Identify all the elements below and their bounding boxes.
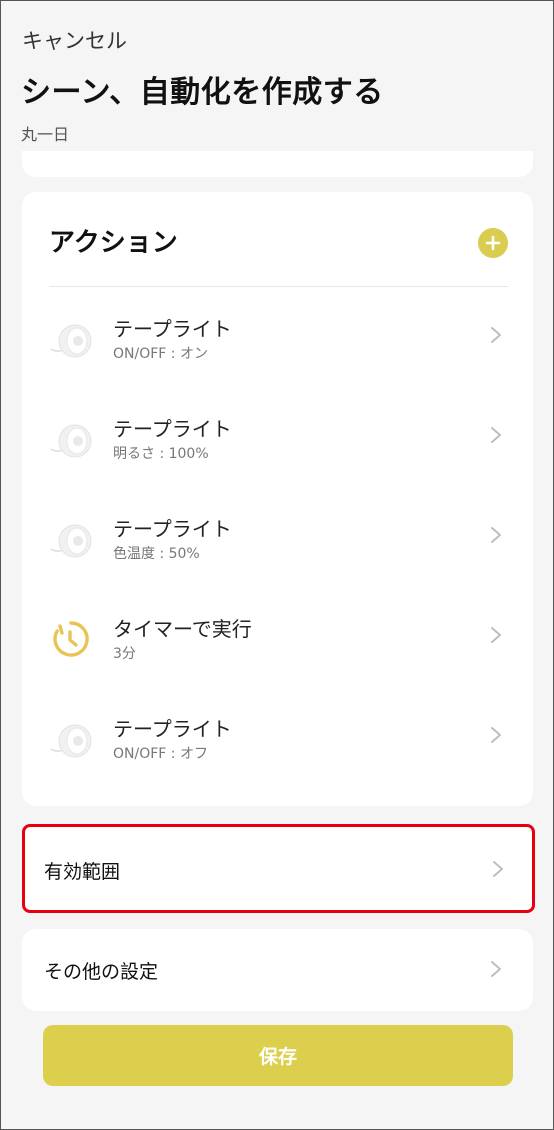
action-name: テープライト: [113, 717, 232, 741]
action-name: テープライト: [113, 317, 232, 341]
chevron-right-icon: [491, 527, 501, 543]
cancel-button[interactable]: キャンセル: [22, 25, 127, 55]
schedule-label: 丸一日: [21, 125, 70, 144]
page-title: シーン、自動化を作成する: [21, 75, 384, 110]
action-name: テープライト: [113, 417, 232, 441]
tape-light-icon: [50, 324, 92, 358]
action-row-tape-light-color-temp[interactable]: テープライト 色温度 : 50%: [22, 495, 533, 595]
action-row-tape-light-on[interactable]: テープライト ON/OFF : オン: [22, 295, 533, 395]
plus-icon: [485, 235, 501, 251]
screen: キャンセル シーン、自動化を作成する 丸一日 アクション テープライト ON/O…: [0, 0, 554, 1130]
chevron-right-icon: [491, 727, 501, 743]
actions-card: アクション テープライト ON/OFF : オン テープライト 明るさ: 10…: [22, 192, 533, 806]
other-settings-row[interactable]: その他の設定: [22, 929, 533, 1011]
action-detail: 色温度 : 50%: [113, 546, 200, 562]
timer-icon: [53, 621, 89, 657]
add-action-button[interactable]: [478, 228, 508, 258]
action-detail: ON/OFF : オフ: [113, 746, 208, 762]
chevron-right-icon: [491, 427, 501, 443]
action-detail: 明るさ : 100%: [113, 446, 209, 462]
divider: [49, 286, 508, 287]
tape-light-icon: [50, 524, 92, 558]
chevron-right-icon: [491, 961, 501, 977]
action-detail: ON/OFF : オン: [113, 346, 208, 362]
action-row-tape-light-brightness[interactable]: テープライト 明るさ : 100%: [22, 395, 533, 495]
save-button[interactable]: 保存: [43, 1025, 513, 1086]
action-row-tape-light-off[interactable]: テープライト ON/OFF : オフ: [22, 695, 533, 795]
chevron-right-icon: [491, 627, 501, 643]
action-name: タイマーで実行: [113, 617, 252, 641]
actions-title: アクション: [49, 228, 178, 258]
action-row-timer[interactable]: タイマーで実行 3分: [22, 595, 533, 695]
tape-light-icon: [50, 724, 92, 758]
chevron-right-icon: [493, 861, 503, 877]
tape-light-icon: [50, 424, 92, 458]
other-settings-label: その他の設定: [44, 961, 159, 983]
action-name: テープライト: [113, 517, 232, 541]
validity-range-label: 有効範囲: [44, 861, 121, 883]
action-detail: 3分: [113, 646, 136, 662]
validity-range-row[interactable]: 有効範囲: [22, 824, 535, 913]
previous-card-edge: [22, 151, 533, 177]
chevron-right-icon: [491, 327, 501, 343]
